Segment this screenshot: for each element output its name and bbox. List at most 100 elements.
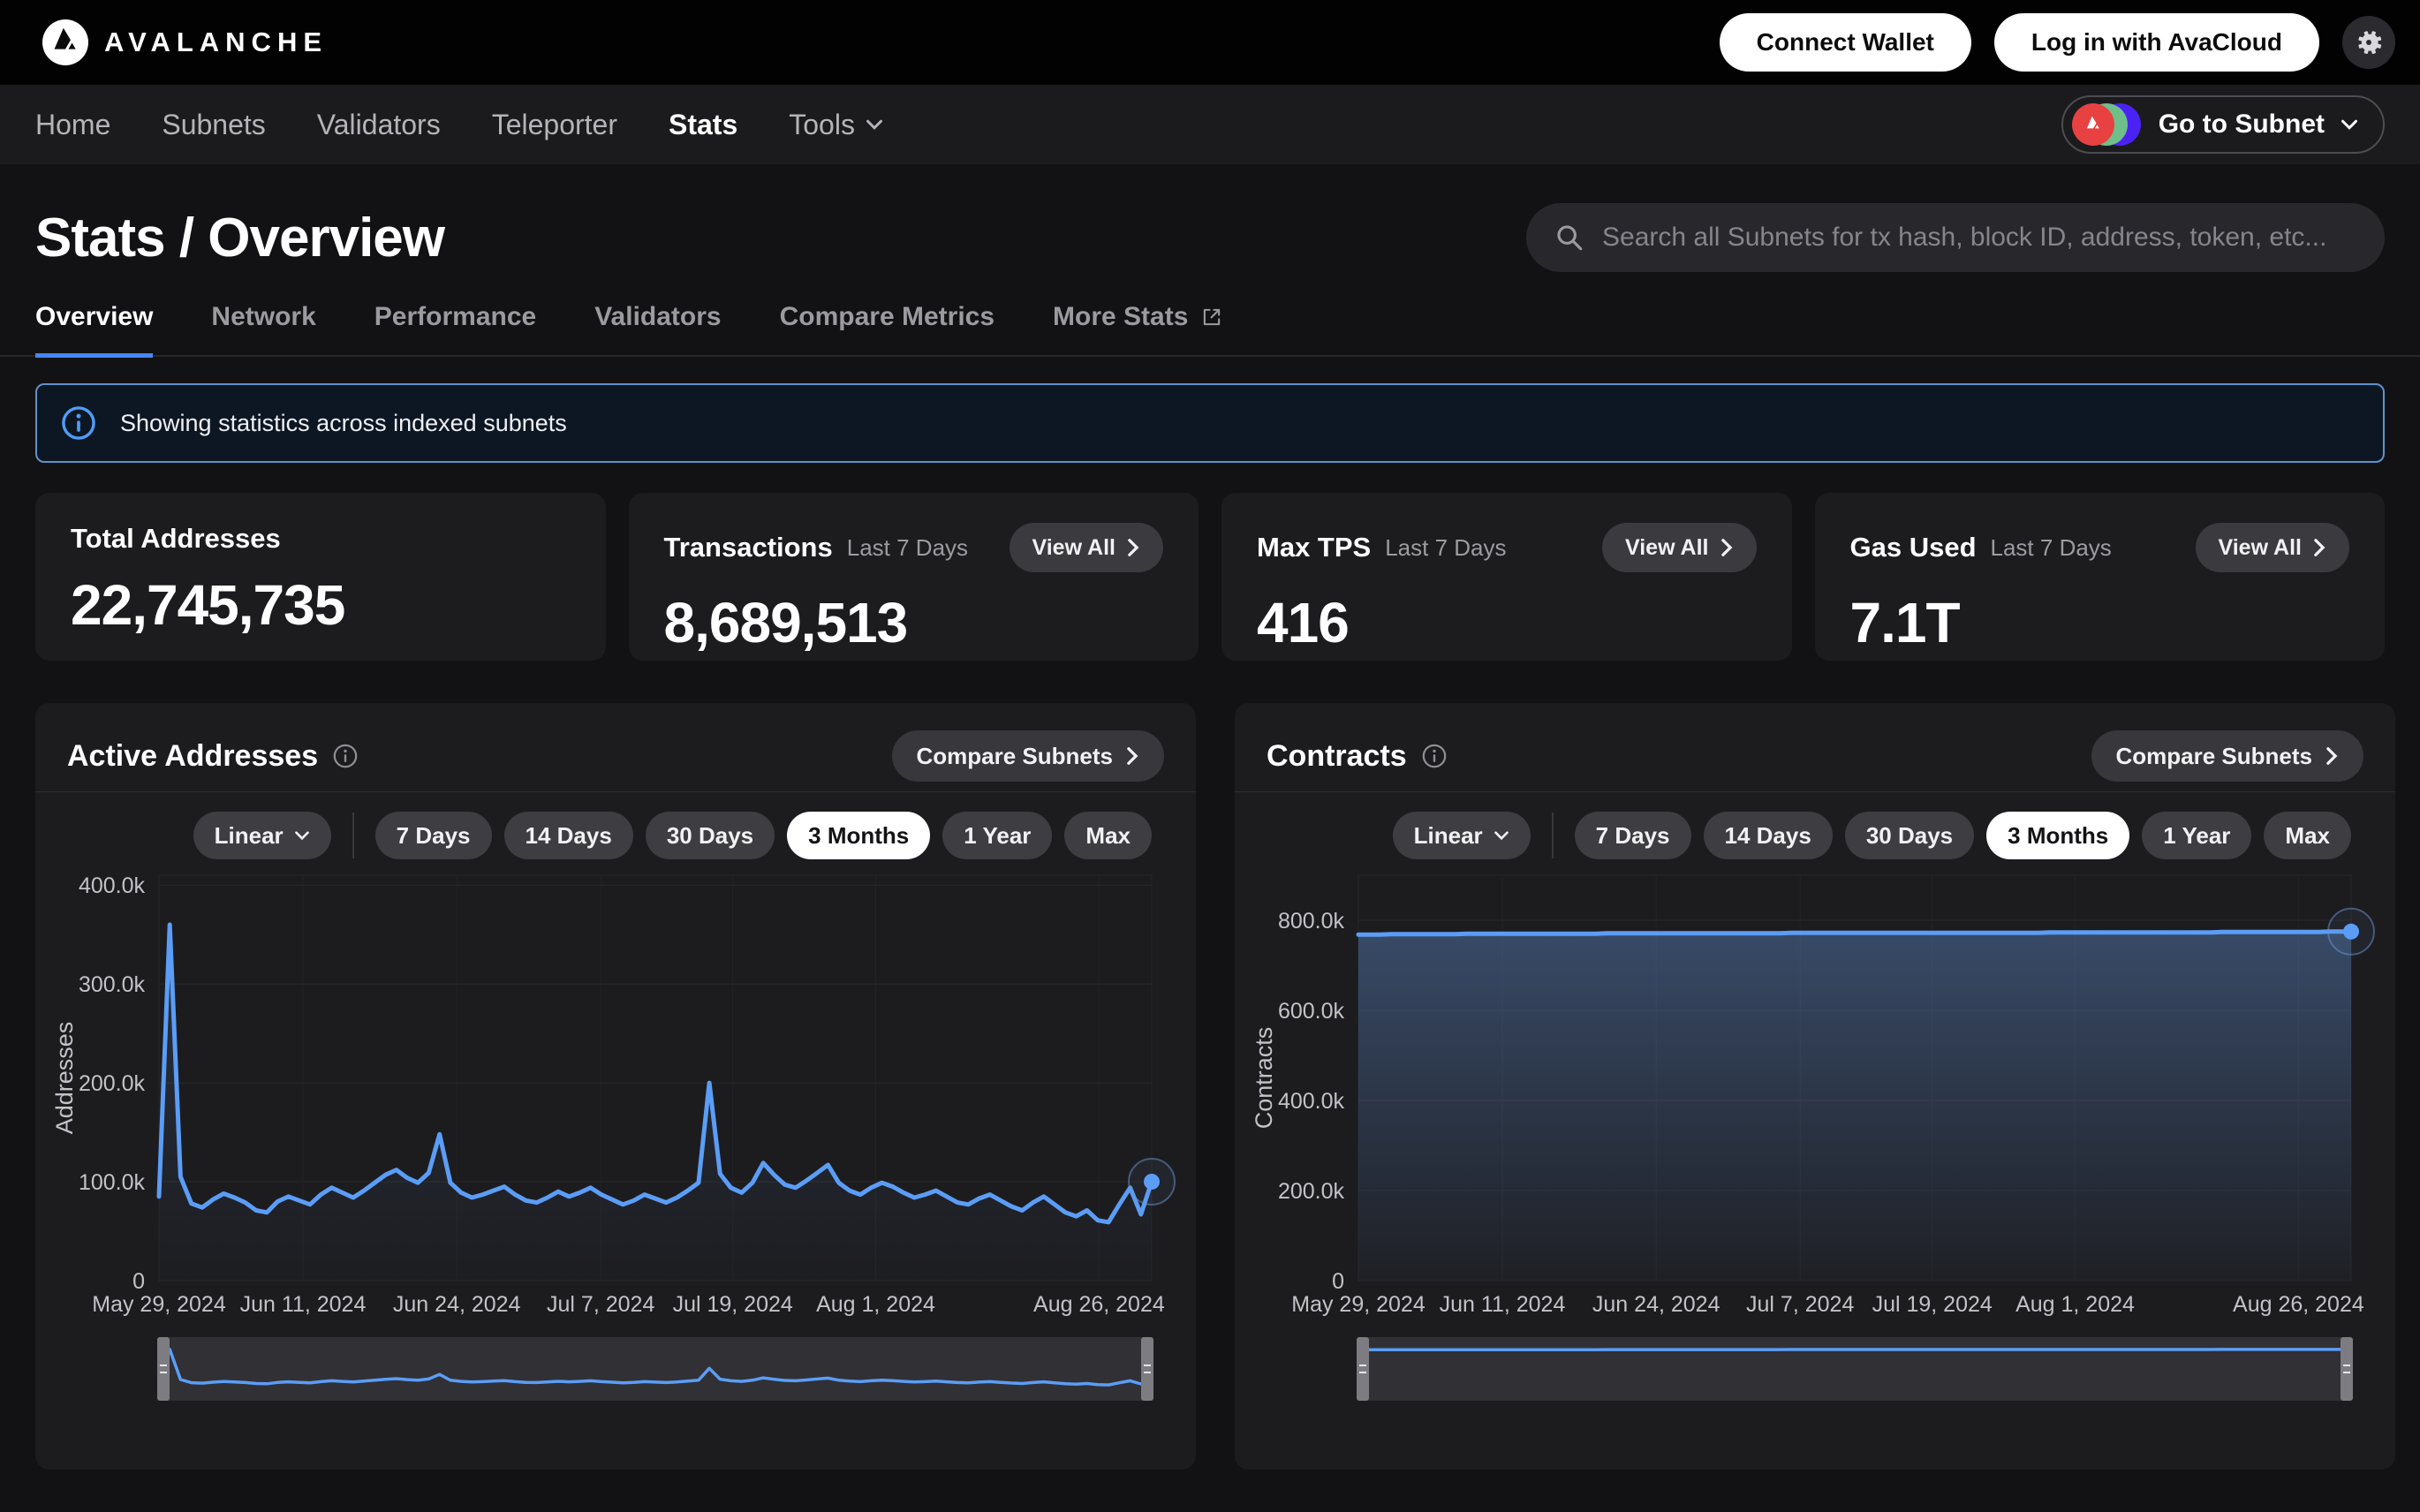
range-3-months[interactable]: 3 Months bbox=[787, 812, 930, 859]
range-7-days[interactable]: 7 Days bbox=[375, 812, 492, 859]
compare-subnets-button[interactable]: Compare Subnets bbox=[892, 730, 1165, 782]
chevron-right-icon bbox=[2325, 746, 2339, 766]
view-all-button[interactable]: View All bbox=[1010, 523, 1163, 572]
range-14-days[interactable]: 14 Days bbox=[504, 812, 633, 859]
max-tps-card: Max TPS Last 7 Days View All 416 bbox=[1221, 493, 1792, 661]
range-30-days[interactable]: 30 Days bbox=[1845, 812, 1974, 859]
subnet-avatar-stack-icon bbox=[2072, 103, 2143, 146]
range-1-year[interactable]: 1 Year bbox=[942, 812, 1052, 859]
tab-compare-metrics[interactable]: Compare Metrics bbox=[780, 302, 994, 358]
gear-icon bbox=[2354, 27, 2384, 57]
chevron-right-icon bbox=[2312, 538, 2326, 557]
svg-text:Jul 7, 2024: Jul 7, 2024 bbox=[547, 1292, 654, 1317]
contracts-chart-card: Contracts Compare Subnets Linear bbox=[1235, 703, 2395, 1470]
avalanche-brand[interactable]: AVALANCHE bbox=[42, 19, 328, 65]
svg-text:Aug 26, 2024: Aug 26, 2024 bbox=[2233, 1292, 2364, 1317]
brush-handle-left[interactable] bbox=[1357, 1337, 1369, 1401]
chevron-down-icon bbox=[1494, 830, 1509, 841]
card-label: Max TPS bbox=[1257, 532, 1371, 563]
tab-network[interactable]: Network bbox=[211, 302, 315, 358]
view-all-label: View All bbox=[1032, 535, 1115, 561]
svg-text:300.0k: 300.0k bbox=[79, 972, 146, 997]
info-icon bbox=[60, 404, 97, 442]
more-stats-label: More Stats bbox=[1053, 302, 1188, 332]
svg-text:May 29, 2024: May 29, 2024 bbox=[92, 1292, 226, 1317]
nav-item-home[interactable]: Home bbox=[35, 109, 110, 141]
brush-handle-right[interactable] bbox=[2341, 1337, 2353, 1401]
view-all-label: View All bbox=[1625, 535, 1708, 561]
stats-tabs: Overview Network Performance Validators … bbox=[0, 302, 2420, 357]
avalanche-logo-icon bbox=[42, 19, 88, 65]
tab-performance[interactable]: Performance bbox=[374, 302, 536, 358]
avalanche-mini-icon bbox=[2080, 111, 2106, 138]
svg-text:Jun 24, 2024: Jun 24, 2024 bbox=[393, 1292, 521, 1317]
tab-validators[interactable]: Validators bbox=[594, 302, 721, 358]
nav-item-subnets[interactable]: Subnets bbox=[162, 109, 265, 141]
chart-title: Active Addresses bbox=[67, 739, 318, 774]
chevron-down-icon bbox=[294, 830, 310, 841]
view-all-button[interactable]: View All bbox=[1602, 523, 1756, 572]
connect-wallet-label: Connect Wallet bbox=[1757, 28, 1934, 57]
nav-item-tools[interactable]: Tools bbox=[789, 109, 883, 141]
active-addresses-brush[interactable] bbox=[159, 1337, 1152, 1401]
svg-text:Addresses: Addresses bbox=[51, 1022, 78, 1135]
svg-text:200.0k: 200.0k bbox=[79, 1071, 146, 1096]
go-to-subnet-button[interactable]: Go to Subnet bbox=[2061, 95, 2385, 154]
info-icon[interactable] bbox=[1421, 743, 1448, 769]
search-input[interactable] bbox=[1602, 223, 2356, 253]
svg-text:400.0k: 400.0k bbox=[1278, 1089, 1345, 1114]
range-max[interactable]: Max bbox=[1064, 812, 1152, 859]
contracts-chart[interactable]: 0200.0k400.0k600.0k800.0kMay 29, 2024Jun… bbox=[1235, 859, 2395, 1332]
card-value: 7.1T bbox=[1850, 590, 2350, 655]
page-head: Stats / Overview bbox=[0, 164, 2420, 272]
card-label: Total Addresses bbox=[71, 523, 281, 555]
scale-label: Linear bbox=[1414, 822, 1483, 850]
chart-svg: 0200.0k400.0k600.0k800.0kMay 29, 2024Jun… bbox=[1235, 859, 2395, 1327]
tab-more-stats[interactable]: More Stats bbox=[1053, 302, 1223, 358]
view-all-button[interactable]: View All bbox=[2196, 523, 2349, 572]
svg-text:0: 0 bbox=[132, 1269, 145, 1294]
card-value: 416 bbox=[1257, 590, 1757, 655]
svg-text:Contracts: Contracts bbox=[1251, 1027, 1277, 1130]
range-30-days[interactable]: 30 Days bbox=[646, 812, 775, 859]
banner-text: Showing statistics across indexed subnet… bbox=[120, 410, 567, 437]
range-14-days[interactable]: 14 Days bbox=[1704, 812, 1833, 859]
active-addresses-chart[interactable]: 0100.0k200.0k300.0k400.0kMay 29, 2024Jun… bbox=[35, 859, 1196, 1332]
info-icon[interactable] bbox=[332, 743, 359, 769]
login-avacloud-button[interactable]: Log in with AvaCloud bbox=[1994, 13, 2319, 72]
compare-subnets-button[interactable]: Compare Subnets bbox=[2091, 730, 2364, 782]
tab-overview[interactable]: Overview bbox=[35, 302, 153, 358]
card-label: Gas Used bbox=[1850, 532, 1977, 563]
view-all-label: View All bbox=[2219, 535, 2302, 561]
range-7-days[interactable]: 7 Days bbox=[1575, 812, 1691, 859]
brush-handle-left[interactable] bbox=[157, 1337, 170, 1401]
scale-select[interactable]: Linear bbox=[1393, 812, 1531, 859]
page-title: Stats / Overview bbox=[35, 207, 444, 269]
chevron-right-icon bbox=[1720, 538, 1734, 557]
svg-text:Jul 19, 2024: Jul 19, 2024 bbox=[1872, 1292, 1993, 1317]
range-3-months[interactable]: 3 Months bbox=[1986, 812, 2129, 859]
top-bar: AVALANCHE Connect Wallet Log in with Ava… bbox=[0, 0, 2420, 85]
tools-label: Tools bbox=[789, 109, 855, 141]
settings-button[interactable] bbox=[2342, 16, 2395, 69]
search-bar[interactable] bbox=[1526, 203, 2385, 272]
nav-item-stats[interactable]: Stats bbox=[669, 109, 737, 141]
svg-text:Jul 7, 2024: Jul 7, 2024 bbox=[1746, 1292, 1854, 1317]
range-max[interactable]: Max bbox=[2264, 812, 2351, 859]
nav-item-validators[interactable]: Validators bbox=[317, 109, 441, 141]
chart-svg: 0100.0k200.0k300.0k400.0kMay 29, 2024Jun… bbox=[35, 859, 1196, 1327]
external-link-icon bbox=[1200, 306, 1223, 329]
chart-title: Contracts bbox=[1267, 739, 1407, 774]
nav-item-teleporter[interactable]: Teleporter bbox=[492, 109, 617, 141]
card-sublabel: Last 7 Days bbox=[1991, 534, 2112, 562]
connect-wallet-button[interactable]: Connect Wallet bbox=[1720, 13, 1971, 72]
transactions-card: Transactions Last 7 Days View All 8,689,… bbox=[629, 493, 1199, 661]
range-1-year[interactable]: 1 Year bbox=[2142, 812, 2251, 859]
compare-subnets-label: Compare Subnets bbox=[2116, 743, 2313, 770]
scale-select[interactable]: Linear bbox=[193, 812, 331, 859]
svg-text:0: 0 bbox=[1332, 1269, 1344, 1294]
main-nav: Home Subnets Validators Teleporter Stats… bbox=[0, 85, 2420, 164]
contracts-brush[interactable] bbox=[1358, 1337, 2351, 1401]
brush-handle-right[interactable] bbox=[1141, 1337, 1153, 1401]
scale-label: Linear bbox=[215, 822, 284, 850]
